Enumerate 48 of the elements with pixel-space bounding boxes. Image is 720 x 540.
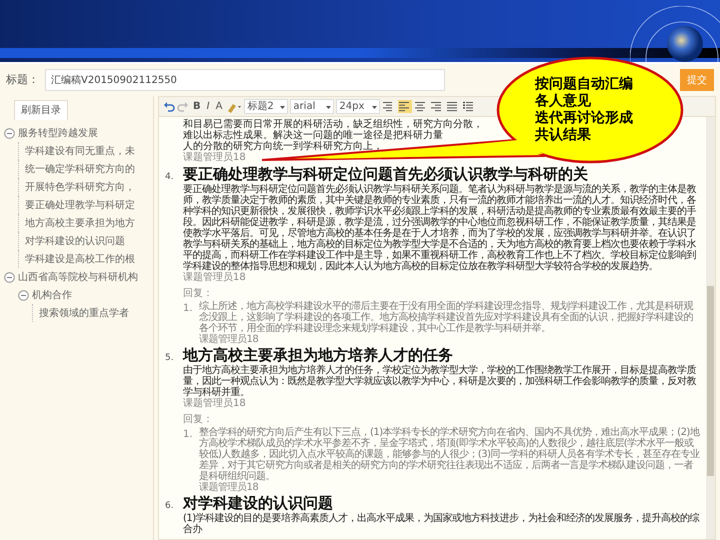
font-select[interactable]: arial	[290, 99, 334, 114]
reply-number: 1.	[183, 302, 194, 316]
tree-item[interactable]: 服务转型跨越发展	[18, 126, 98, 140]
item-number: 6.	[165, 500, 175, 512]
section-heading: 地方高校主要承担为地方培养人才的任务	[183, 346, 453, 364]
item-number: 5.	[165, 352, 175, 364]
callout-text: 共认结果	[535, 126, 592, 144]
text-line: 和目易已需要而日常开展的科研活动，缺乏组织性，研究方向分散，	[183, 119, 483, 130]
tree-item[interactable]: 学科建设是高校工作的根	[25, 252, 135, 266]
section-heading: 要正确处理教学与科研定位问题首先必须认识教学与科研的关	[183, 166, 588, 183]
author-label: 课题管理员18	[199, 482, 258, 492]
paragraph: 要正确处理教学与科研定位问题首先必须认识教学与科研关系问题。笔者认为科研与教学是源与流的关系，教学的主体是教师，教学质量决定于教师的素质，其中关键是教师的专业素质，只有一流的教师才能培养出一流的人才。知识经济时代，各种学科的知识更新很快，发展很快，教师学识水平必须跟上学科的发展，科研活动是提高教师的专业素质最有效最主要的手段。因此科研能促进教学，科研是源，教学是流，过分强调教学的中心地位而忽视科研工作，不能保证教学质量，其结果是使教学水平落后。可见，尽管地方高校的基本任务是在于人才培养，而为了学校的发展，应强调教学与科研并举。在认识了教学与科研关系的基础上，地方高校的目标定位为教学型大学是不合适的，天为地方高校的教育要上档次也要依赖于学科水平的提高，而科研工作在学科建设工作中是主导，如果不重视科研工作，高校教育工作也上不了档次。学校目标定位影响到学科建设的整体指导思想和规划，因此本人认为地方高校的目标定位放在教学科研型大学较符合学校的发展趋势。	[183, 184, 697, 272]
refresh-tab[interactable]: 刷新目录	[14, 100, 68, 120]
author-label: 课题管理员18	[183, 272, 247, 284]
font-color-button[interactable]: A	[214, 100, 224, 112]
reply-number: 1.	[183, 428, 194, 442]
tree-item[interactable]: 开展特色学科研究方向，	[25, 180, 135, 194]
text-line: 人的分散的研究方向统一到学科研究方向上，	[183, 141, 383, 152]
author-label: 课题管理员18	[183, 152, 247, 164]
reply-text: 综上所述，地方高校学科建设水平的滞后主要在于没有用全面的学科建设理念指导、规划学科建设工作，尤其是科研观念没跟上，这影响了学科建设的各项工作。地方高校搞学科建设首先应对学科建设具有全面的认识，把握好学科建设的各个环节，用全面的学科建设理念来规划学科建设，其中心工作是教学与科研并举。	[199, 300, 694, 334]
title-label: 标题：	[6, 72, 39, 88]
reply-label: 回复：	[183, 286, 214, 300]
tree-item[interactable]: 山西省高等院校与科研机构	[18, 270, 138, 284]
author-label: 课题管理员18	[183, 398, 247, 410]
reply-text: 整合学科的研究方向后产生有以下三点，(1)本学科专长的学术研究方向在省内、国内不具优势，难出高水平成果；(2)地方高校学术梯队成员的学术水平参差不齐，呈金字塔式，塔顶(即学术水平较高)的人数很少，越往底层(学术水平一般或较低)人数越多，因此切入点水平较高的课题，能够参与的人很少；(3)同一学科的科研人员各有学术专长，甚至存在专业差异，对于其它研究方向或者是相关的研究方向的学术研究往往表现出不适应，后两者一言是学术梯队建设问题，一者是科研组织问题。	[199, 426, 700, 482]
reply-label: 回复：	[183, 412, 214, 426]
bold-button[interactable]: B	[191, 100, 203, 112]
tree-item[interactable]: 机构合作	[32, 288, 72, 302]
callout-text: 迭代再讨论形成	[535, 110, 634, 127]
author-label: 课题管理员18	[199, 334, 260, 344]
item-number: 4.	[165, 170, 175, 184]
tree-item[interactable]: 对学科建设的认识问题	[25, 234, 125, 248]
size-select[interactable]: 24px	[336, 99, 380, 114]
paragraph: (1)学科建设的目的是要培养高素质人才，出高水平成果，为国家或地方科技进步，为社会和经济的发展服务，提升高校的综合办	[183, 513, 700, 535]
callout-text: 各人意见	[535, 93, 592, 110]
tree-item[interactable]: 搜索领域的重点学者	[39, 306, 129, 320]
text-line: 难以出标志性成果。解决这一问题的唯一途径是把科研力量	[183, 130, 443, 141]
heading-select[interactable]: 标题2	[244, 99, 288, 114]
tree-item[interactable]: 地方高校主要承担为地方	[25, 216, 135, 230]
italic-button[interactable]: I	[204, 100, 212, 112]
section-heading: 对学科建设的认识问题	[183, 494, 333, 512]
tree-item[interactable]: 要正确处理教学与科研定	[25, 198, 135, 212]
tree-item[interactable]: 学科建设有同无重点，未	[25, 144, 135, 158]
callout-text: 按问题自动汇编	[535, 76, 634, 93]
title-value: 汇编稿V20150902112550	[51, 74, 177, 88]
tree-item[interactable]: 统一确定学科研究方向的	[25, 162, 135, 176]
title-input[interactable]: 汇编稿V20150902112550	[45, 69, 445, 91]
paragraph: 由于地方高校主要承担为地方培养人才的任务，学校定位为教学型大学，学校的工作围绕教学工作展开，目标是提高教学质量，因此一种观点认为：既然是教学型大学就应该以教学为中心，科研是次要的，加强科研工作会影响教学的质量，反对教学与科研并重。	[183, 365, 698, 398]
